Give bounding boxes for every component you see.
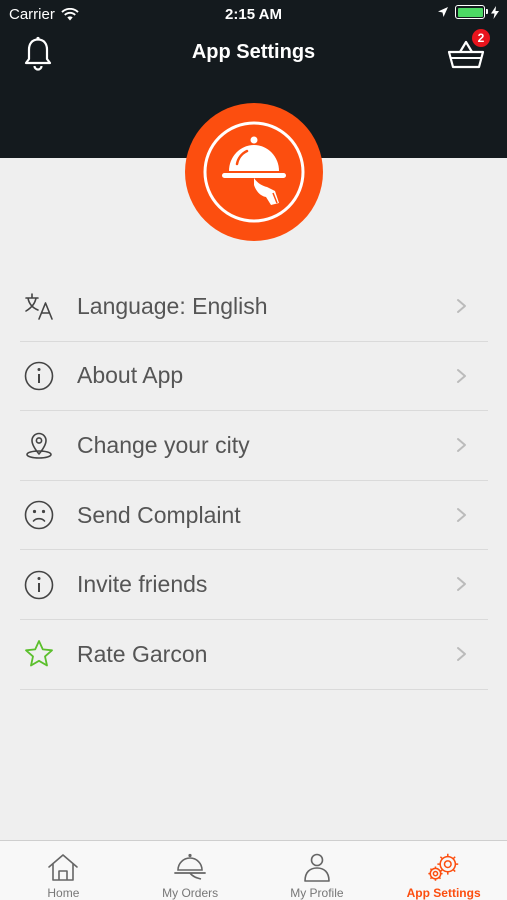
menu-item-change-city[interactable]: Change your city [20,411,488,481]
settings-menu: Language: English About App Change your … [20,272,488,690]
status-time: 2:15 AM [225,6,282,23]
gears-icon [426,851,462,883]
tab-label-home: Home [47,886,80,900]
menu-label-rate-app: Rate Garcon [77,640,208,667]
tab-app-settings[interactable]: App Settings [380,841,507,900]
menu-label-language: Language: English [77,292,268,319]
menu-label-change-city: Change your city [77,431,250,458]
tab-home[interactable]: Home [0,841,127,900]
location-pin-icon [20,426,58,464]
menu-item-about-app[interactable]: About App [20,342,488,412]
status-right [437,5,499,19]
menu-label-send-complaint: Send Complaint [77,501,241,528]
chevron-right-icon [457,646,466,661]
menu-label-about-app: About App [77,362,184,389]
star-icon [20,635,58,673]
tab-my-orders[interactable]: My Orders [127,841,254,900]
tab-label-my-profile: My Profile [290,886,344,900]
restaurant-logo [185,103,323,241]
chevron-right-icon [457,438,466,453]
chevron-right-icon [457,507,466,522]
charging-bolt-icon [491,5,499,19]
status-bar: Carrier 2:15 AM [0,0,507,28]
location-arrow-icon [438,7,448,17]
menu-item-send-complaint[interactable]: Send Complaint [20,481,488,551]
info-icon [20,357,58,395]
menu-item-language[interactable]: Language: English [20,272,488,342]
chevron-right-icon [457,577,466,592]
chevron-right-icon [457,299,466,313]
tab-label-app-settings: App Settings [406,886,481,900]
person-icon [299,851,335,883]
cloche-icon [172,851,208,883]
translate-icon [20,287,58,325]
info-icon [20,566,58,604]
battery-icon [455,5,488,19]
tab-label-my-orders: My Orders [162,886,219,900]
cloche-serving-logo-icon [203,121,305,223]
menu-label-invite-friends: Invite friends [77,571,208,598]
home-icon [45,851,81,883]
page-title: App Settings [191,41,316,63]
cart-count-badge: 2 [472,29,490,47]
sad-face-icon [20,496,58,534]
menu-item-invite-friends[interactable]: Invite friends [20,550,488,620]
menu-item-rate-app[interactable]: Rate Garcon [20,620,488,690]
chevron-right-icon [457,368,466,383]
tab-bar: Home My Orders My Profile App Settings [0,840,507,900]
tab-my-profile[interactable]: My Profile [254,841,381,900]
